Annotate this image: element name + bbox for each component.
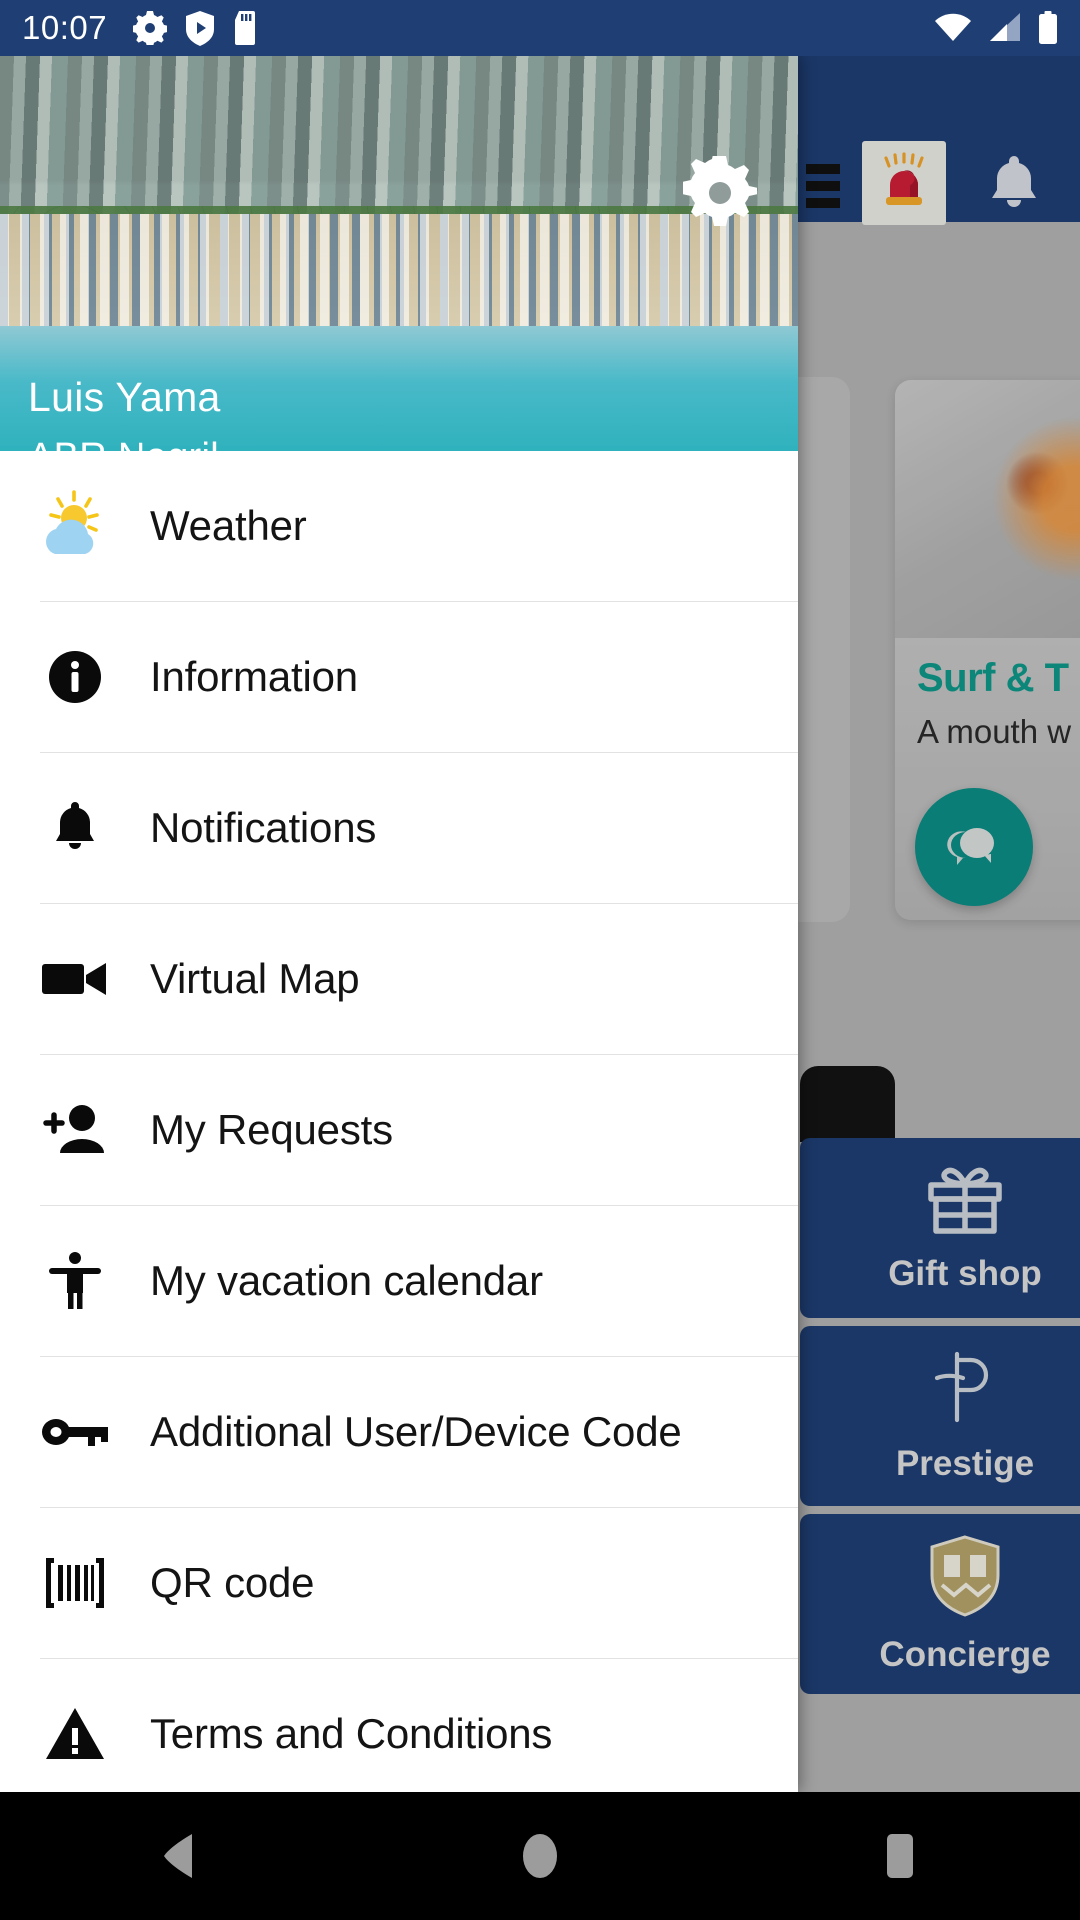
home-circle-icon[interactable] <box>480 1811 600 1901</box>
accessibility-person-icon <box>0 1251 150 1311</box>
system-navigation-bar <box>0 1792 1080 1920</box>
drawer-item-label: Terms and Conditions <box>150 1710 553 1757</box>
drawer-header-beach <box>0 214 798 326</box>
drawer-item-label: Information <box>150 653 358 700</box>
drawer-item-terms-and-conditions[interactable]: Terms and Conditions <box>0 1659 798 1792</box>
key-icon <box>0 1415 150 1449</box>
status-bar-clock: 10:07 <box>22 9 108 46</box>
status-bar-right-icons <box>934 11 1058 45</box>
shield-play-icon <box>186 11 215 46</box>
back-triangle-icon[interactable] <box>120 1811 240 1901</box>
gear-icon <box>133 11 168 45</box>
barcode-icon <box>0 1556 150 1610</box>
wifi-icon <box>935 13 971 42</box>
drawer-resort-name: ABR Negril <box>28 436 219 451</box>
status-bar: 10:07 <box>0 0 1080 56</box>
gear-icon[interactable] <box>683 156 757 230</box>
drawer-item-additional-user-device-code[interactable]: Additional User/Device Code <box>0 1357 798 1507</box>
drawer-item-vacation-calendar[interactable]: My vacation calendar <box>0 1206 798 1356</box>
drawer-item-my-requests[interactable]: My Requests <box>0 1055 798 1205</box>
drawer-item-notifications[interactable]: Notifications <box>0 753 798 903</box>
drawer-item-label: Notifications <box>150 804 377 851</box>
battery-icon <box>1039 11 1057 44</box>
person-add-icon <box>0 1103 150 1157</box>
drawer-item-label: My Requests <box>150 1106 393 1153</box>
drawer-item-label: Virtual Map <box>150 955 360 1002</box>
recents-square-icon[interactable] <box>840 1811 960 1901</box>
bell-icon <box>0 800 150 856</box>
info-circle-icon <box>0 650 150 704</box>
drawer-item-label: QR code <box>150 1559 315 1606</box>
drawer-item-label: Weather <box>150 502 307 549</box>
warning-triangle-icon <box>0 1706 150 1762</box>
drawer-header: Luis Yama ABR Negril <box>0 56 798 451</box>
drawer-item-label: Additional User/Device Code <box>150 1408 682 1455</box>
navigation-drawer: Luis Yama ABR Negril <box>0 56 798 1792</box>
drawer-item-information[interactable]: Information <box>0 602 798 752</box>
drawer-item-weather[interactable]: Weather <box>0 451 798 601</box>
sun-cloud-weather-icon <box>0 490 150 562</box>
drawer-item-label: My vacation calendar <box>150 1257 543 1304</box>
video-camera-icon <box>0 957 150 1001</box>
cellular-signal-icon <box>990 13 1020 41</box>
drawer-item-virtual-map[interactable]: Virtual Map <box>0 904 798 1054</box>
sd-card-icon <box>235 11 256 45</box>
drawer-item-qr-code[interactable]: QR code <box>0 1508 798 1658</box>
status-bar-left-icons <box>133 10 261 46</box>
drawer-menu-list: Weather Information Notifications Virtua… <box>0 451 798 1792</box>
drawer-user-name: Luis Yama <box>28 374 221 420</box>
